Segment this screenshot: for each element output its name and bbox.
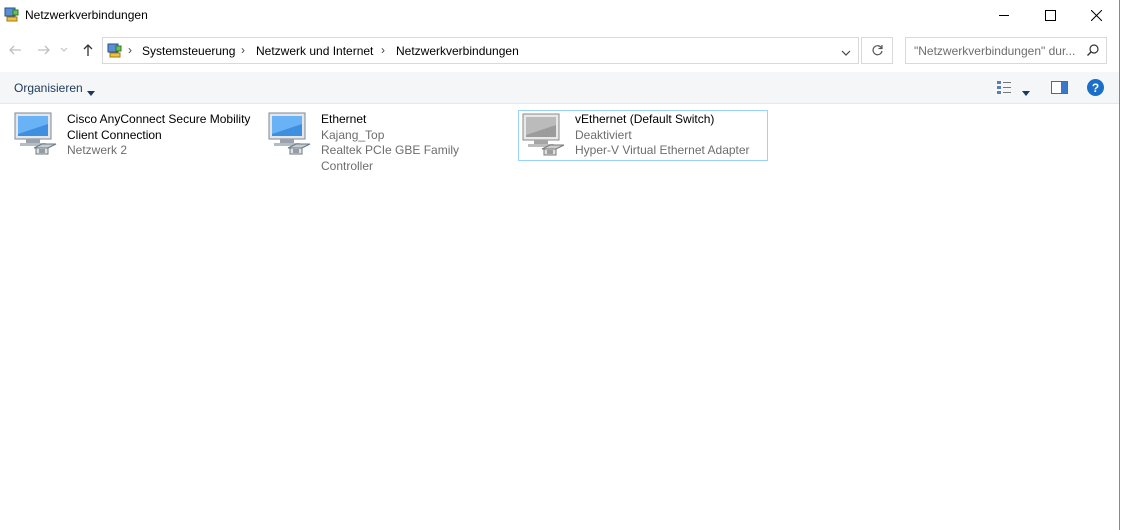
connection-text: Ethernet Kajang_Top Realtek PCIe GBE Fam…: [321, 112, 514, 174]
network-adapter-disabled-icon: [520, 111, 568, 159]
back-arrow-icon: [9, 45, 21, 55]
breadcrumb-separator[interactable]: ›: [381, 43, 385, 57]
connection-name: vEthernet (Default Switch): [575, 112, 715, 126]
preview-pane-icon: [1051, 81, 1068, 94]
explorer-window: Netzwerkverbindungen › Systemsteuerung ›…: [0, 0, 1120, 530]
network-connections-app-icon: [4, 7, 20, 23]
connection-status: Deaktiviert: [575, 127, 632, 142]
close-icon: [1090, 10, 1102, 21]
change-view-button[interactable]: [996, 79, 1012, 98]
chevron-down-icon: [1022, 91, 1030, 96]
network-adapter-icon: [12, 110, 60, 158]
maximize-button[interactable]: [1027, 0, 1073, 31]
preview-pane-button[interactable]: [1051, 81, 1068, 97]
connection-item-ethernet[interactable]: Ethernet Kajang_Top Realtek PCIe GBE Fam…: [266, 110, 514, 173]
breadcrumb-separator[interactable]: ›: [241, 43, 245, 57]
address-bar[interactable]: › Systemsteuerung › Netzwerk und Interne…: [102, 37, 859, 64]
forward-button[interactable]: [34, 40, 54, 60]
connection-name-continued: Client Connection: [67, 127, 162, 142]
connection-name: Ethernet: [321, 112, 367, 126]
minimize-icon: [998, 15, 1009, 16]
connection-text: vEthernet (Default Switch) Deaktiviert H…: [575, 112, 750, 159]
minimize-button[interactable]: [981, 0, 1027, 31]
refresh-icon: [871, 45, 883, 56]
search-box[interactable]: "Netzwerkverbindungen" dur...: [905, 37, 1107, 64]
close-button[interactable]: [1073, 0, 1119, 31]
chevron-down-icon: [60, 47, 68, 52]
breadcrumb-netzwerk-und-internet[interactable]: Netzwerk und Internet: [256, 44, 373, 58]
network-adapter-icon: [266, 110, 314, 158]
recent-locations-button[interactable]: [58, 40, 70, 60]
title-bar[interactable]: Netzwerkverbindungen: [0, 0, 1119, 31]
view-details-icon: [997, 81, 1011, 94]
view-options-dropdown[interactable]: [1022, 85, 1030, 99]
window-title: Netzwerkverbindungen: [25, 8, 148, 22]
connection-network: Kajang_Top: [321, 127, 385, 142]
connection-adapter: Hyper-V Virtual Ethernet Adapter: [575, 143, 750, 157]
connection-text: Cisco AnyConnect Secure Mobility Client …: [67, 112, 250, 159]
organize-menu-button[interactable]: Organisieren: [14, 81, 83, 95]
up-button[interactable]: [78, 40, 98, 60]
connection-network: Netzwerk 2: [67, 143, 128, 157]
command-bar: Organisieren ?: [0, 72, 1119, 104]
search-input[interactable]: "Netzwerkverbindungen" dur...: [914, 44, 1075, 58]
connection-item-vethernet[interactable]: vEthernet (Default Switch) Deaktiviert H…: [518, 110, 768, 161]
connection-name: Cisco AnyConnect Secure Mobility: [67, 112, 251, 126]
connection-adapter: Realtek PCIe GBE Family Controller: [321, 143, 460, 173]
chevron-down-icon: [841, 50, 851, 56]
breadcrumb-netzwerkverbindungen[interactable]: Netzwerkverbindungen: [396, 44, 519, 58]
maximize-icon: [1044, 10, 1056, 21]
refresh-button[interactable]: [861, 37, 893, 64]
breadcrumb-separator[interactable]: ›: [128, 43, 132, 57]
forward-arrow-icon: [38, 45, 50, 55]
help-button[interactable]: ?: [1087, 79, 1104, 96]
breadcrumb-systemsteuerung[interactable]: Systemsteuerung: [142, 44, 235, 58]
connection-item-cisco-anyconnect[interactable]: Cisco AnyConnect Secure Mobility Client …: [12, 110, 260, 161]
search-icon[interactable]: [1086, 43, 1100, 60]
address-history-button[interactable]: [841, 46, 851, 60]
control-panel-icon: [107, 43, 123, 59]
up-arrow-icon: [83, 44, 93, 56]
back-button[interactable]: [5, 40, 25, 60]
chevron-down-icon[interactable]: [87, 85, 95, 99]
